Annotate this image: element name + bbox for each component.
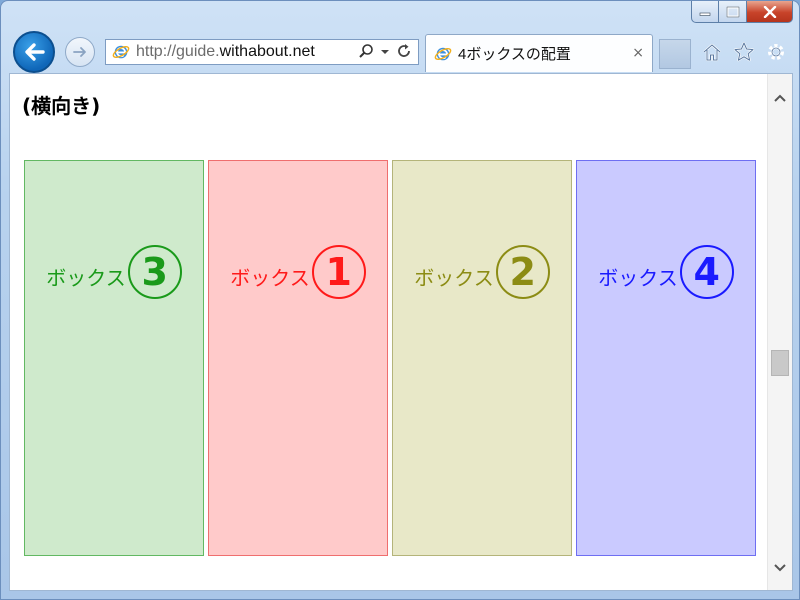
box-label: ボックス 3	[25, 245, 203, 299]
box-number: 1	[311, 245, 366, 299]
scrollbar-thumb[interactable]	[771, 350, 789, 376]
gear-icon[interactable]	[765, 41, 787, 63]
maximize-icon	[726, 6, 739, 17]
box-text: ボックス	[46, 266, 126, 290]
box-label: ボックス 1	[209, 245, 387, 299]
scroll-up-button[interactable]	[768, 86, 792, 110]
box-container: ボックス 3 ボックス 1 ボックス 2 ボックス 4	[24, 160, 756, 556]
scroll-down-button[interactable]	[768, 556, 792, 580]
forward-button[interactable]	[65, 37, 95, 67]
tab-close-button[interactable]: ×	[632, 45, 644, 61]
search-icon[interactable]	[358, 43, 374, 59]
minimize-button[interactable]	[691, 1, 719, 23]
forward-arrow-icon	[73, 47, 86, 57]
box-2: ボックス 2	[392, 160, 572, 556]
chevron-down-icon	[774, 564, 786, 572]
box-text: ボックス	[414, 266, 494, 290]
url-domain: withabout.net	[219, 43, 315, 60]
box-1: ボックス 1	[208, 160, 388, 556]
back-arrow-icon	[25, 43, 45, 61]
back-button[interactable]	[13, 31, 55, 73]
close-window-button[interactable]	[747, 1, 793, 23]
box-number: 2	[495, 245, 550, 299]
tab-title: 4ボックスの配置	[458, 46, 571, 63]
home-icon[interactable]	[701, 41, 723, 63]
box-number: 3	[127, 245, 182, 299]
url-text: http://guide.withabout.net	[136, 43, 315, 61]
tab-active[interactable]: 4ボックスの配置 ×	[425, 34, 653, 72]
internet-explorer-icon	[112, 45, 130, 59]
vertical-scrollbar[interactable]	[767, 74, 792, 590]
browser-window: http://guide.withabout.net 4ボックスの配置 × (横…	[0, 0, 800, 600]
refresh-icon[interactable]	[396, 43, 412, 59]
dropdown-arrow-icon[interactable]	[380, 43, 390, 59]
page-viewport: (横向き) ボックス 3 ボックス 1 ボックス 2 ボックス 4	[9, 73, 793, 591]
maximize-button[interactable]	[719, 1, 747, 23]
address-bar[interactable]: http://guide.withabout.net	[105, 39, 419, 65]
browser-toolbar-icons	[701, 41, 787, 63]
address-bar-icons	[358, 43, 412, 59]
box-3: ボックス 3	[24, 160, 204, 556]
close-icon	[763, 5, 776, 18]
minimize-icon	[699, 12, 711, 16]
new-tab-button[interactable]	[659, 39, 691, 69]
box-label: ボックス 2	[393, 245, 571, 299]
box-label: ボックス 4	[577, 245, 755, 299]
box-text: ボックス	[598, 266, 678, 290]
box-4: ボックス 4	[576, 160, 756, 556]
page-heading: (横向き)	[22, 94, 101, 118]
chevron-up-icon	[774, 94, 786, 102]
box-text: ボックス	[230, 266, 310, 290]
internet-explorer-icon	[434, 47, 452, 60]
box-number: 4	[679, 245, 734, 299]
url-prefix: http://guide.	[136, 43, 220, 60]
star-icon[interactable]	[733, 41, 755, 63]
window-caption-buttons	[691, 1, 793, 23]
